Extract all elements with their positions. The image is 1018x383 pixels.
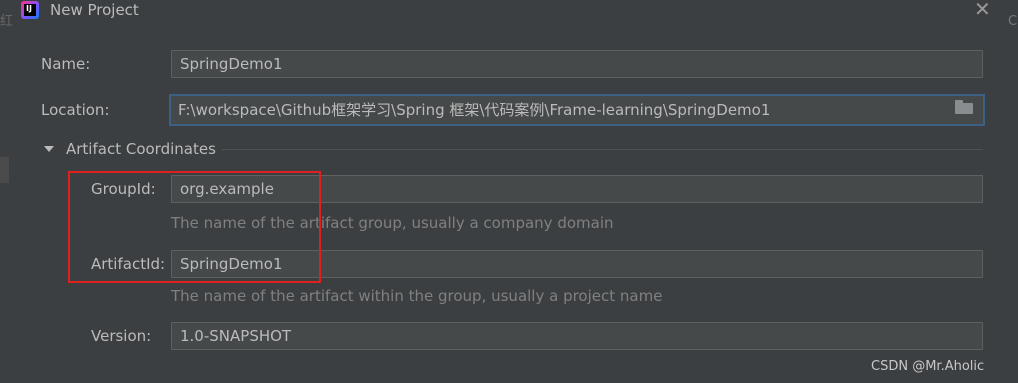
artifact-coordinates-toggle[interactable]: Artifact Coordinates bbox=[66, 139, 216, 159]
expand-triangle-icon[interactable] bbox=[44, 146, 54, 152]
location-field[interactable]: F:\workspace\Github框架学习\Spring 框架\代码案例\F… bbox=[169, 94, 985, 126]
version-field[interactable]: 1.0-SNAPSHOT bbox=[171, 322, 983, 350]
background-right-glyph: C bbox=[1008, 14, 1018, 29]
window-title: New Project bbox=[50, 1, 139, 19]
background-left-glyph: 红 bbox=[0, 14, 14, 29]
version-label: Version: bbox=[91, 327, 152, 345]
artifactid-hint: The name of the artifact within the grou… bbox=[171, 287, 663, 305]
highlight-box bbox=[68, 171, 321, 283]
watermark: CSDN @Mr.Aholic bbox=[871, 359, 985, 374]
new-project-dialog: IJ New Project ✕ Name: SpringDemo1 Locat… bbox=[14, 0, 1005, 383]
background-right-panel: C bbox=[1005, 0, 1018, 383]
intellij-logo-icon: IJ bbox=[21, 1, 39, 19]
background-selection bbox=[0, 157, 9, 183]
title-bar: IJ New Project ✕ bbox=[14, 0, 1005, 26]
folder-icon[interactable] bbox=[955, 100, 973, 114]
background-left-panel: 红 bbox=[0, 0, 14, 383]
name-field[interactable]: SpringDemo1 bbox=[171, 50, 983, 78]
section-separator bbox=[222, 149, 983, 150]
close-icon[interactable]: ✕ bbox=[974, 0, 991, 20]
location-label: Location: bbox=[41, 101, 110, 119]
name-label: Name: bbox=[41, 55, 91, 73]
